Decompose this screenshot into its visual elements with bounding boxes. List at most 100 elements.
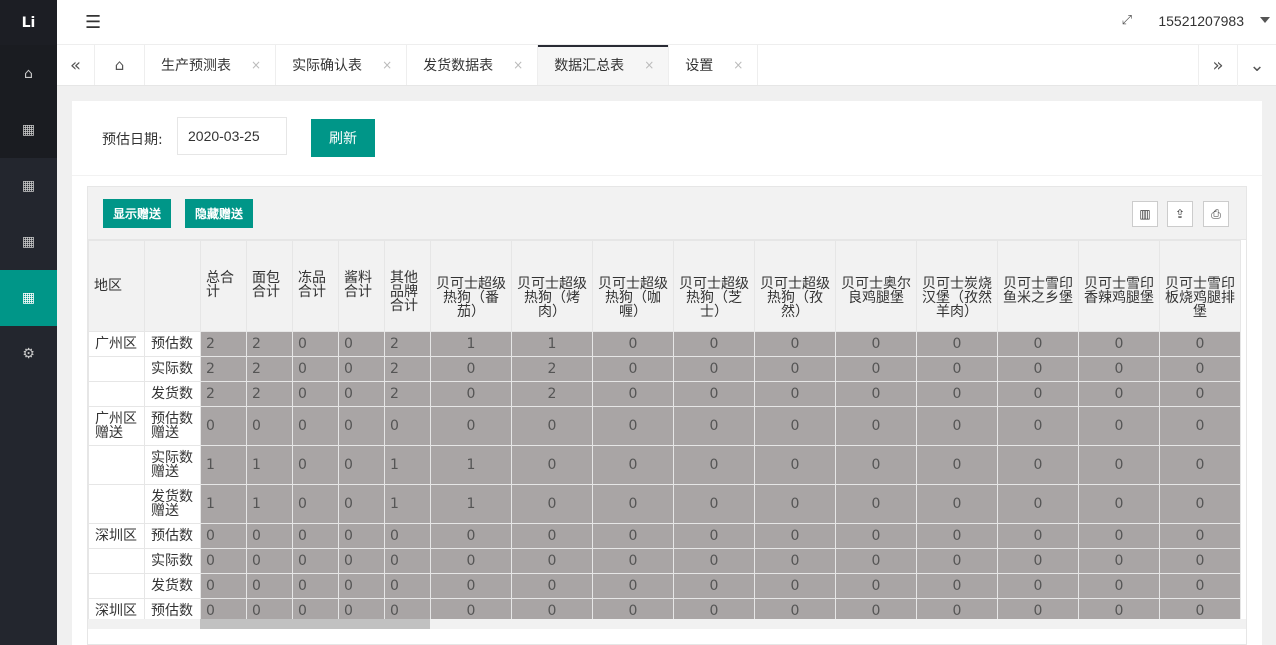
column-header[interactable]: 贝可士炭烧汉堡（孜然羊肉）	[916, 240, 998, 332]
home-icon: ⌂	[114, 56, 125, 74]
tabs-prev-button[interactable]: «	[57, 45, 95, 85]
columns-icon[interactable]: ▥	[1132, 201, 1158, 227]
column-header[interactable]: 面包合计	[246, 240, 293, 332]
region-cell	[88, 356, 145, 382]
value-cell: 0	[1159, 381, 1241, 407]
value-cell: 0	[754, 548, 836, 574]
filter-row: 预估日期: 刷新	[72, 101, 1262, 176]
value-cell: 0	[430, 381, 512, 407]
value-cell: 0	[916, 381, 998, 407]
column-header[interactable]: 贝可士奥尔良鸡腿堡	[835, 240, 917, 332]
chevron-down-icon: ⌄	[1249, 55, 1265, 76]
column-header[interactable]: 贝可士超级热狗（烤肉）	[511, 240, 593, 332]
sidebar-item-table-4[interactable]: ▦	[0, 270, 57, 326]
tab-settings[interactable]: 设置 ×	[669, 45, 759, 85]
tab-label: 实际确认表	[292, 58, 363, 74]
refresh-button[interactable]: 刷新	[311, 119, 375, 157]
close-icon[interactable]: ×	[251, 58, 261, 72]
caret-down-icon[interactable]	[1260, 17, 1270, 23]
table-icon: ▦	[21, 178, 36, 194]
fullscreen-icon[interactable]: ⤢	[1122, 13, 1132, 28]
value-cell: 0	[916, 484, 998, 524]
column-header[interactable]: 酱料合计	[338, 240, 385, 332]
value-cell: 0	[430, 573, 512, 599]
region-cell: 广州区	[88, 331, 145, 357]
column-header[interactable]: 地区	[88, 240, 145, 332]
close-icon[interactable]: ×	[513, 58, 523, 72]
value-cell: 0	[511, 484, 593, 524]
column-header[interactable]: 贝可士雪印香辣鸡腿堡	[1078, 240, 1160, 332]
value-cell: 0	[754, 484, 836, 524]
close-icon[interactable]: ×	[644, 58, 654, 72]
value-cell: 0	[673, 356, 755, 382]
value-cell: 0	[916, 356, 998, 382]
value-cell: 0	[1078, 331, 1160, 357]
menu-toggle-icon[interactable]: ☰	[85, 12, 101, 33]
table-row: 实际数 2 2 0 0 2 0 2 0 0 0 0 0 0 0 0	[88, 356, 1241, 382]
date-input[interactable]	[177, 117, 287, 155]
tab-shipping-data[interactable]: 发货数据表 ×	[407, 45, 539, 85]
value-cell: 0	[338, 356, 385, 382]
column-header[interactable]: 贝可士雪印板烧鸡腿排堡	[1159, 240, 1241, 332]
value-cell: 0	[835, 523, 917, 549]
tab-actual-confirm[interactable]: 实际确认表 ×	[276, 45, 408, 85]
export-icon[interactable]: ⇪	[1167, 201, 1193, 227]
tab-label: 生产预测表	[161, 58, 231, 74]
column-header[interactable]: 贝可士超级热狗（咖喱）	[592, 240, 674, 332]
value-cell: 0	[916, 331, 998, 357]
column-header[interactable]: 总合计	[200, 240, 247, 332]
value-cell: 1	[430, 484, 512, 524]
value-cell: 0	[200, 573, 247, 599]
logo: Li	[0, 0, 57, 45]
column-header[interactable]: 其他品牌合计	[384, 240, 431, 332]
value-cell: 0	[1159, 406, 1241, 446]
print-icon[interactable]: ⎙	[1203, 201, 1229, 227]
value-cell: 0	[1159, 548, 1241, 574]
sidebar-item-table-3[interactable]: ▦	[0, 214, 57, 270]
value-cell: 2	[246, 381, 293, 407]
column-header[interactable]: 贝可士超级热狗（番茄）	[430, 240, 512, 332]
value-cell: 0	[835, 548, 917, 574]
tab-home[interactable]: ⌂	[95, 45, 145, 85]
sidebar-item-table-1[interactable]: ▦	[0, 102, 57, 158]
horizontal-scrollbar[interactable]	[88, 619, 1246, 629]
sidebar-item-settings[interactable]: ⚙	[0, 326, 57, 382]
value-cell: 0	[292, 331, 339, 357]
tabs-more-button[interactable]: ⌄	[1237, 45, 1276, 86]
show-gift-button[interactable]: 显示赠送	[103, 199, 171, 228]
sidebar-item-home[interactable]: ⌂	[0, 45, 57, 102]
double-chevron-left-icon: «	[69, 54, 81, 76]
home-icon: ⌂	[24, 65, 33, 82]
close-icon[interactable]: ×	[382, 58, 392, 72]
value-cell: 2	[200, 381, 247, 407]
scrollbar-thumb[interactable]	[200, 619, 430, 629]
tabs-next-button[interactable]: »	[1198, 45, 1237, 86]
sidebar-item-table-2[interactable]: ▦	[0, 158, 57, 214]
value-cell: 1	[246, 484, 293, 524]
value-cell: 1	[384, 445, 431, 485]
value-cell: 0	[384, 548, 431, 574]
value-cell: 0	[916, 445, 998, 485]
value-cell: 0	[338, 331, 385, 357]
value-cell: 0	[430, 356, 512, 382]
tab-production-forecast[interactable]: 生产预测表 ×	[145, 45, 277, 85]
column-header[interactable]: 贝可士超级热狗（孜然）	[754, 240, 836, 332]
value-cell: 0	[246, 548, 293, 574]
column-header[interactable]: 贝可士超级热狗（芝士）	[673, 240, 755, 332]
hide-gift-button[interactable]: 隐藏赠送	[185, 199, 253, 228]
username[interactable]: 15521207983	[1158, 13, 1244, 29]
column-header[interactable]: 贝可士雪印鱼米之乡堡	[997, 240, 1079, 332]
tab-bar: « ⌂ 生产预测表 × 实际确认表 × 发货数据表 × 数据汇总表 × 设置 × » ⌄	[57, 45, 1276, 86]
tab-data-summary[interactable]: 数据汇总表 ×	[538, 45, 670, 85]
value-cell: 0	[997, 573, 1079, 599]
value-cell: 2	[384, 356, 431, 382]
value-cell: 2	[200, 331, 247, 357]
value-cell: 2	[384, 381, 431, 407]
value-cell: 0	[384, 573, 431, 599]
value-cell: 0	[246, 523, 293, 549]
value-cell: 0	[511, 573, 593, 599]
column-header[interactable]: 冻品合计	[292, 240, 339, 332]
value-cell: 0	[997, 406, 1079, 446]
column-header[interactable]	[144, 240, 201, 332]
close-icon[interactable]: ×	[733, 58, 743, 72]
